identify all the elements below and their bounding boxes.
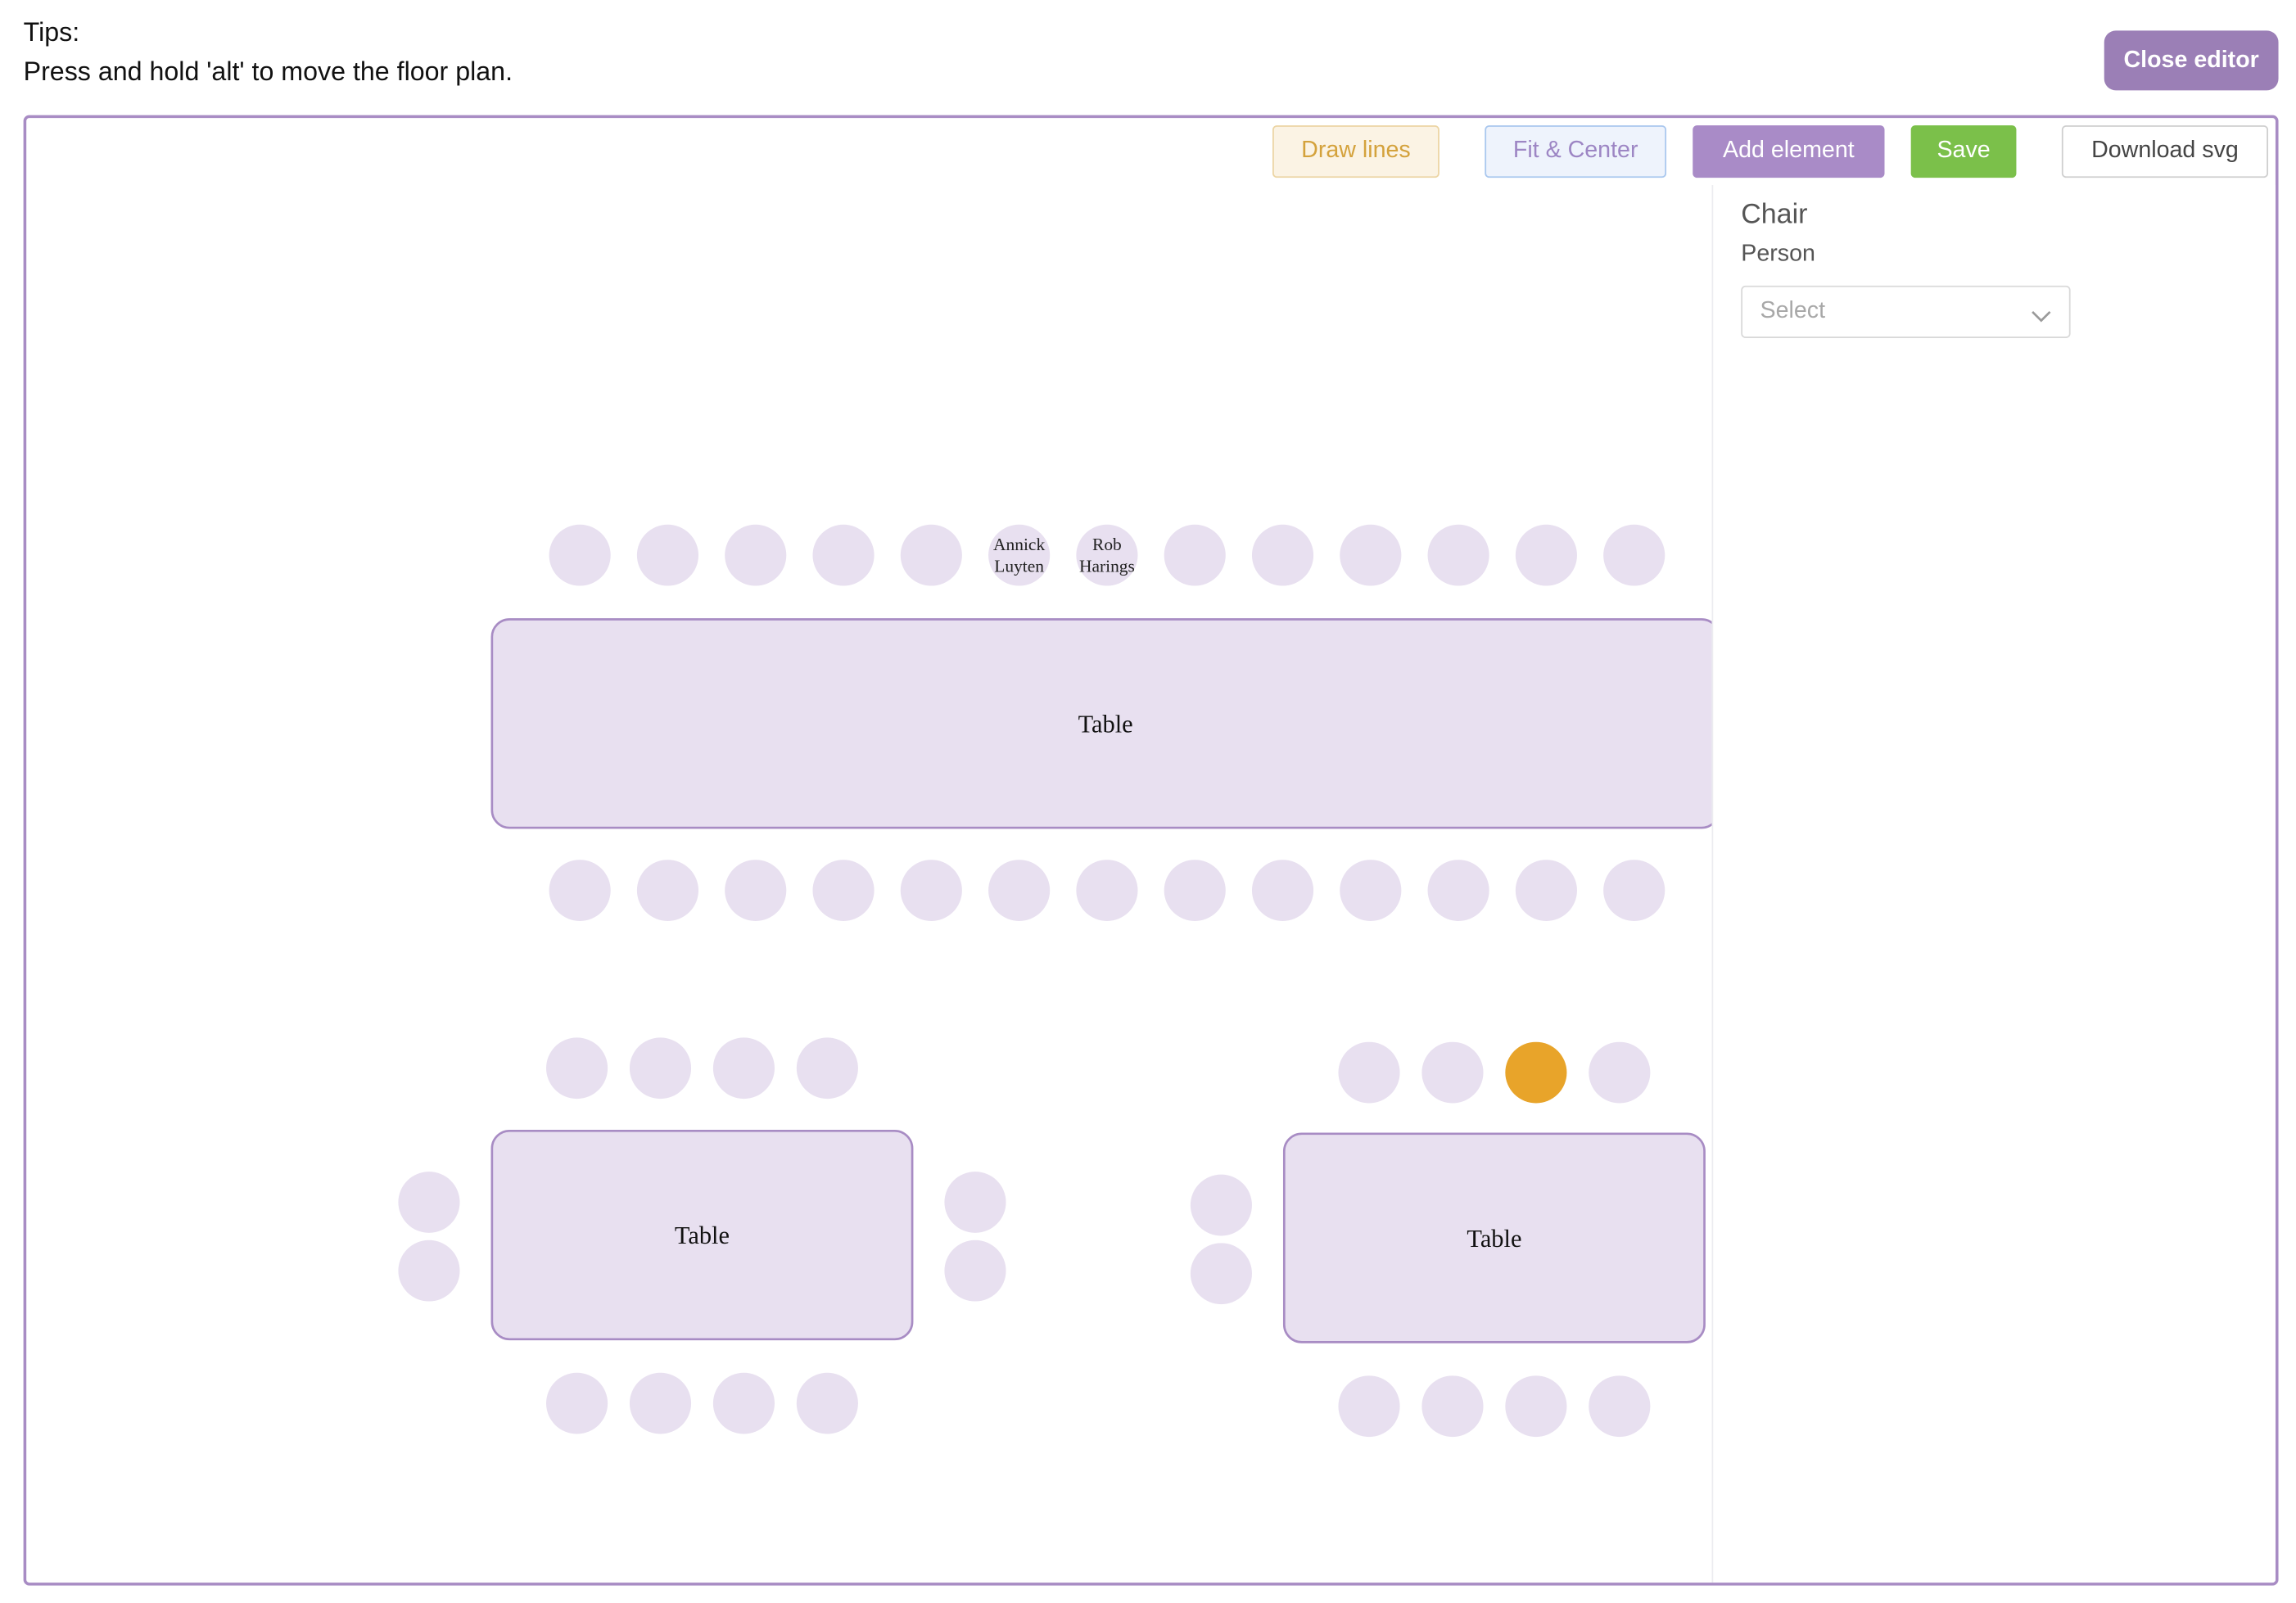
chair-guest-name: Rob xyxy=(1092,535,1122,554)
download-svg-button[interactable]: Download svg xyxy=(2061,125,2269,178)
draw-lines-button[interactable]: Draw lines xyxy=(1272,125,1440,178)
chair[interactable] xyxy=(1190,1243,1252,1305)
chair[interactable] xyxy=(1340,860,1402,921)
close-editor-button[interactable]: Close editor xyxy=(2104,30,2279,91)
tips-text: Press and hold 'alt' to move the floor p… xyxy=(23,56,513,87)
fit-center-button[interactable]: Fit & Center xyxy=(1485,125,1667,178)
chair-guest-name: Luyten xyxy=(994,557,1044,576)
table-label: Table xyxy=(1467,1225,1521,1253)
table-label: Table xyxy=(675,1221,730,1249)
chair-selected[interactable] xyxy=(1505,1041,1567,1104)
panel-title: Chair xyxy=(1741,199,1808,231)
chair-guest-name: Harings xyxy=(1079,557,1135,576)
person-select[interactable]: Select xyxy=(1741,285,2071,338)
chair[interactable] xyxy=(712,1372,775,1434)
chair[interactable] xyxy=(1076,860,1138,921)
table-label: Table xyxy=(1078,711,1133,738)
floor-plan-editor-page: Tips: Press and hold 'alt' to move the f… xyxy=(0,0,2296,1603)
tips-heading: Tips: xyxy=(23,17,80,47)
chair[interactable] xyxy=(988,860,1051,921)
chair[interactable] xyxy=(900,860,962,921)
chair[interactable] xyxy=(1427,524,1489,586)
chair[interactable] xyxy=(1338,1375,1400,1438)
chair[interactable] xyxy=(1251,524,1314,586)
chair[interactable] xyxy=(1515,524,1577,586)
chair[interactable] xyxy=(796,1372,858,1434)
chair[interactable] xyxy=(1164,860,1226,921)
chair[interactable] xyxy=(546,1037,608,1100)
chair[interactable] xyxy=(1421,1041,1484,1104)
chair[interactable] xyxy=(1603,524,1666,586)
tips-section: Tips: Press and hold 'alt' to move the f… xyxy=(24,13,513,92)
chair-guest-name: Annick xyxy=(993,535,1045,554)
chair[interactable] xyxy=(1338,1041,1400,1104)
chair[interactable] xyxy=(1589,1041,1651,1104)
chair[interactable] xyxy=(1421,1375,1484,1438)
chair[interactable] xyxy=(546,1372,608,1434)
chair[interactable] xyxy=(944,1240,1006,1302)
chair[interactable] xyxy=(1190,1174,1252,1236)
chair[interactable] xyxy=(549,860,611,921)
chair[interactable] xyxy=(636,860,699,921)
chair[interactable] xyxy=(1505,1375,1567,1438)
chair[interactable] xyxy=(812,860,875,921)
chair[interactable] xyxy=(725,524,787,586)
chair[interactable] xyxy=(398,1172,460,1233)
chair[interactable] xyxy=(629,1037,692,1100)
chair[interactable] xyxy=(900,524,962,586)
person-label: Person xyxy=(1741,242,1815,267)
chair[interactable] xyxy=(629,1372,692,1434)
chair[interactable] xyxy=(796,1037,858,1100)
chair[interactable] xyxy=(1515,860,1577,921)
chair[interactable] xyxy=(1340,524,1402,586)
chair[interactable] xyxy=(1603,860,1666,921)
person-select-placeholder: Select xyxy=(1760,298,1826,324)
add-element-button[interactable]: Add element xyxy=(1693,125,1885,178)
chair[interactable] xyxy=(712,1037,775,1100)
chair[interactable] xyxy=(1164,524,1226,586)
chair[interactable] xyxy=(1427,860,1489,921)
save-button[interactable]: Save xyxy=(1910,125,2017,178)
chair[interactable] xyxy=(944,1172,1006,1233)
chair[interactable] xyxy=(725,860,787,921)
chair[interactable] xyxy=(1251,860,1314,921)
floor-plan-editor: Table Annick Luyten Rob Harings Table Table Dr… xyxy=(23,115,2279,1586)
chair[interactable] xyxy=(1589,1375,1651,1438)
chair-properties-panel: Chair Person Select xyxy=(1711,185,2276,1583)
chair[interactable] xyxy=(549,524,611,586)
chevron-down-icon xyxy=(2031,305,2051,331)
chair[interactable] xyxy=(636,524,699,586)
chair[interactable] xyxy=(398,1240,460,1302)
chair[interactable] xyxy=(812,524,875,586)
